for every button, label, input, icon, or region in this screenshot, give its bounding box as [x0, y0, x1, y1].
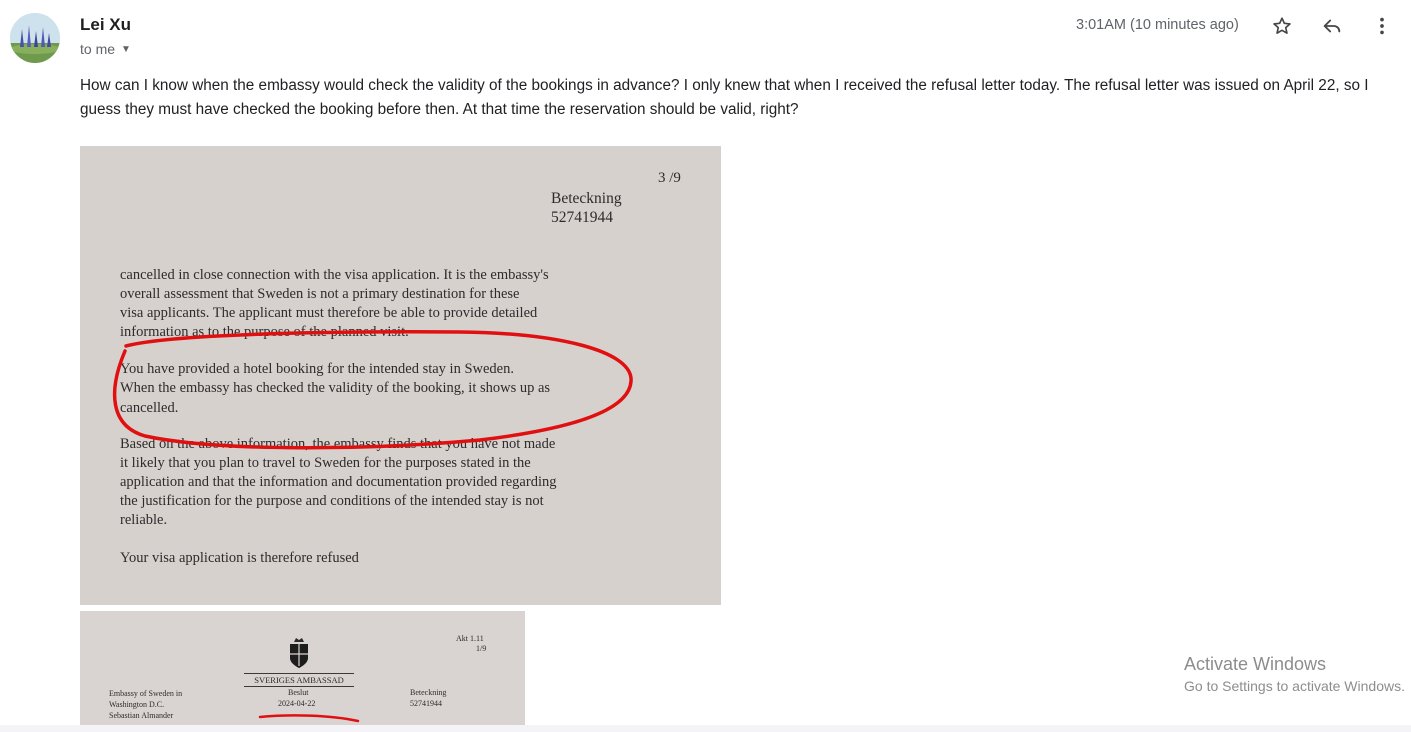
more-options-button[interactable]: [1370, 14, 1394, 38]
red-underline-mark: [258, 714, 360, 723]
message-body: How can I know when the embassy would ch…: [80, 77, 1369, 118]
attachment-image-letter-header[interactable]: Akt 1.11 1/9 SVERIGES AMBASSAD Embassy o…: [80, 611, 525, 726]
sender-name[interactable]: Lei Xu: [80, 15, 131, 35]
activation-watermark-title: Activate Windows: [1184, 654, 1327, 674]
more-vert-icon: [1380, 17, 1384, 35]
chevron-down-icon: ▼: [121, 43, 131, 55]
message-timestamp: 3:01AM (10 minutes ago): [1076, 17, 1239, 33]
reply-icon: [1323, 19, 1341, 33]
recipient-details-toggle[interactable]: to me ▼: [80, 41, 131, 57]
bottom-divider: [0, 725, 1411, 732]
reply-button[interactable]: [1320, 14, 1344, 38]
activation-watermark-subtitle: Go to Settings to activate Windows.: [1184, 678, 1405, 694]
star-button[interactable]: [1270, 14, 1294, 38]
star-icon: [1273, 17, 1291, 34]
recipient-label: to me: [80, 41, 116, 57]
red-highlight-circle: [112, 330, 633, 450]
attachment-image-refusal-letter[interactable]: 3 /9 Beteckning 52741944 cancelled in cl…: [80, 146, 721, 605]
avatar[interactable]: [10, 13, 60, 63]
